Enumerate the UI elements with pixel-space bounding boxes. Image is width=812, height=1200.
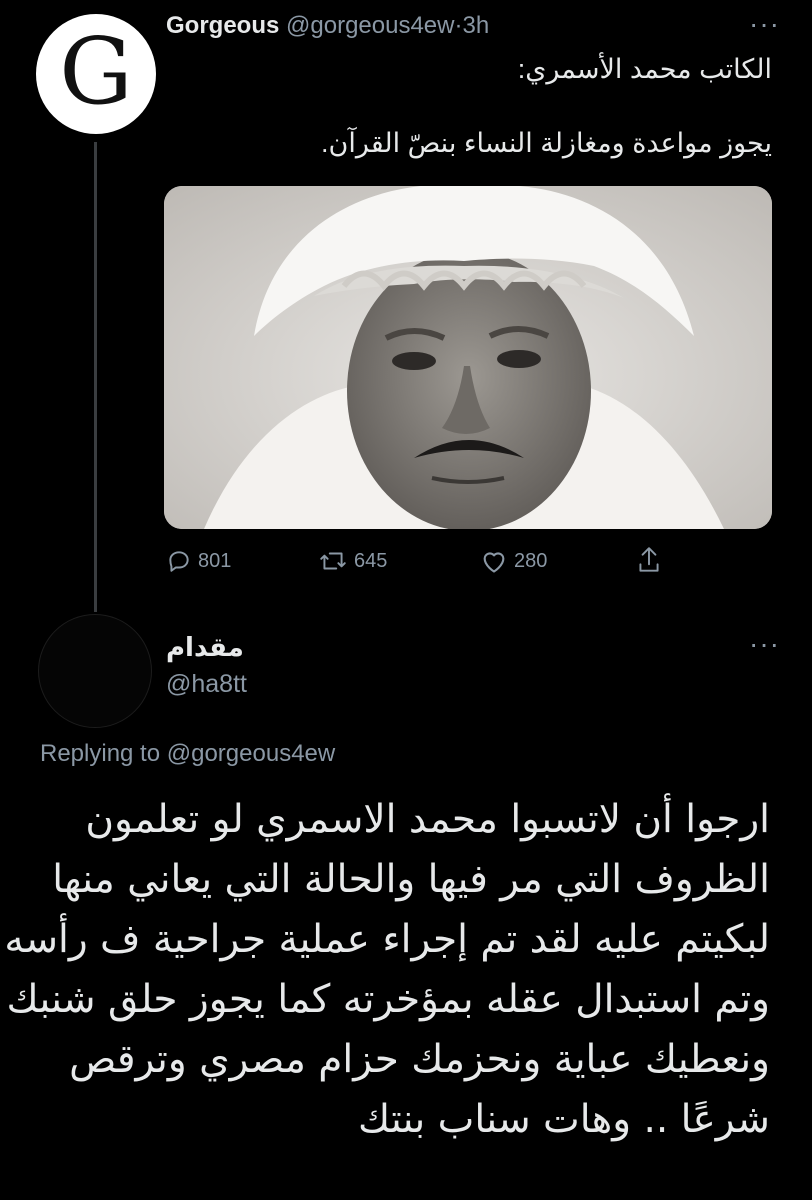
reply-text-line: الظروف التي مر فيها والحالة التي يعاني م… [52, 857, 770, 902]
replying-mention[interactable]: @gorgeous4ew [167, 740, 335, 767]
reply-button[interactable]: 801 [166, 548, 231, 574]
reply-author-name[interactable]: مقدام [166, 632, 244, 663]
more-options-icon[interactable]: ··· [749, 8, 780, 40]
author-name[interactable]: Gorgeous [166, 12, 279, 39]
tweet-text-line: يجوز مواعدة ومغازلة النساء بنصّ القرآن. [320, 128, 772, 158]
reply-text-line: وتم استبدال عقله بمؤخرته كما يجوز حلق شن… [6, 977, 770, 1022]
reply-text-line: لبكيتم عليه لقد تم إجراء عملية جراحية ف … [4, 917, 770, 962]
author-handle[interactable]: @gorgeous4ew [286, 12, 454, 39]
reply-text-line: ونعطيك عباية ونحزمك حزام مصري وترقص [69, 1037, 770, 1082]
author-avatar[interactable]: G [36, 14, 156, 134]
retweet-icon [320, 552, 346, 570]
retweet-button[interactable]: 645 [318, 548, 387, 574]
reply-author-avatar[interactable] [38, 614, 152, 728]
tweet-header: Gorgeous @gorgeous4ew·3h [166, 12, 489, 40]
replying-to-label: Replying to @gorgeous4ew [40, 740, 335, 768]
share-button[interactable] [636, 545, 668, 575]
portrait-photo-icon [164, 186, 772, 529]
retweet-count: 645 [354, 549, 388, 572]
avatar-initial: G [59, 18, 133, 125]
reply-count: 801 [198, 549, 232, 572]
heart-icon [483, 552, 505, 573]
reply-icon [169, 551, 189, 572]
thread-connector-line [94, 142, 97, 612]
like-button[interactable]: 280 [480, 548, 547, 574]
reply-text-line: ارجوا أن لاتسبوا محمد الاسمري لو تعلمون [85, 797, 770, 842]
tweet-time[interactable]: 3h [462, 12, 489, 39]
reply-author-handle[interactable]: @ha8tt [166, 670, 247, 699]
replying-prefix: Replying to [40, 740, 161, 767]
tweet-text-line: الكاتب محمد الأسمري: [517, 54, 772, 84]
reply-text: ارجوا أن لاتسبوا محمد الاسمري لو تعلمون … [4, 790, 770, 1150]
more-options-icon[interactable]: ··· [749, 628, 780, 660]
like-count: 280 [514, 549, 548, 572]
tweet-photo[interactable] [164, 186, 772, 529]
share-icon [639, 547, 659, 572]
reply-text-line: شرعًا .. وهات سناب بنتك [357, 1097, 770, 1142]
